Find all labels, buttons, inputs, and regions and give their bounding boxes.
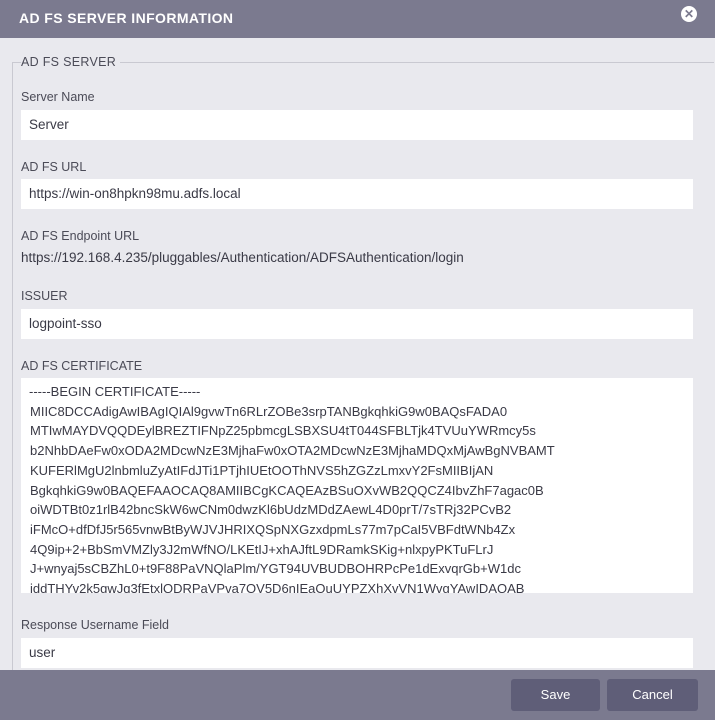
response-username-label: Response Username Field [21,618,169,632]
certificate-line: MIIC8DCCAdigAwIBAgIQIAl9gvwTn6RLrZOBe3sr… [30,403,508,419]
response-username-input[interactable] [21,638,693,668]
cancel-button[interactable]: Cancel [607,679,698,711]
dialog-footer: Save Cancel [0,670,715,720]
certificate-line: BgkqhkiG9w0BAQEFAAOCAQ8AMIIBCgKCAQEAzBSu… [30,482,544,498]
certificate-line: iddTHYv2k5gwJq3fEtxlQDRPaVPva7OV5D6nIEaO… [30,581,525,593]
certificate-line: oiWDTBt0z1rlB42bncSkW6wCNm0dwzKl6bUdzMDd… [30,502,512,518]
adfs-url-input[interactable] [21,179,693,209]
save-button[interactable]: Save [511,679,600,711]
section-legend: AD FS SERVER [21,55,121,69]
certificate-textarea[interactable]: -----BEGIN CERTIFICATE----- MIIC8DCCAdig… [21,378,693,593]
certificate-label: AD FS CERTIFICATE [21,359,143,373]
issuer-label: ISSUER [21,289,68,303]
certificate-line: KUFERlMgU2lnbmluZyAtIFdJTi1PTjhIUEtOOThN… [30,462,494,478]
certificate-line: iFMcO+dfDfJ5r565vnwBtByWJVJHRIXQSpNXGzxd… [30,521,516,537]
dialog-body[interactable]: AD FS SERVER Server Name AD FS URL AD FS… [0,38,715,670]
certificate-line: MTIwMAYDVQQDEylBREZTIFNpZ25pbmcgLSBXSU4t… [30,423,536,439]
adfs-server-dialog: AD FS SERVER INFORMATION ✕ AD FS SERVER … [0,0,715,720]
server-name-input[interactable] [21,110,693,140]
dialog-titlebar: AD FS SERVER INFORMATION ✕ [0,0,715,38]
dialog-title: AD FS SERVER INFORMATION [19,10,234,26]
close-icon[interactable]: ✕ [681,6,697,22]
issuer-input[interactable] [21,309,693,339]
certificate-line: J+wnyaj5sCBZhL0+t9F88PaVNQlaPlm/YGT94UVB… [30,561,521,577]
certificate-line: -----BEGIN CERTIFICATE----- [29,384,201,399]
certificate-line: 4Q9ip+2+BbSmVMZly3J2mWfNO/LKEtIJ+xhAJftL… [30,541,494,557]
adfs-url-label: AD FS URL [21,160,87,174]
server-name-label: Server Name [21,90,95,104]
certificate-line: b2NhbDAeFw0xODA2MDcwNzE3MjhaFw0xOTA2MDcw… [30,443,555,459]
endpoint-url-value: https://192.168.4.235/pluggables/Authent… [21,250,464,265]
endpoint-url-label: AD FS Endpoint URL [21,229,140,243]
